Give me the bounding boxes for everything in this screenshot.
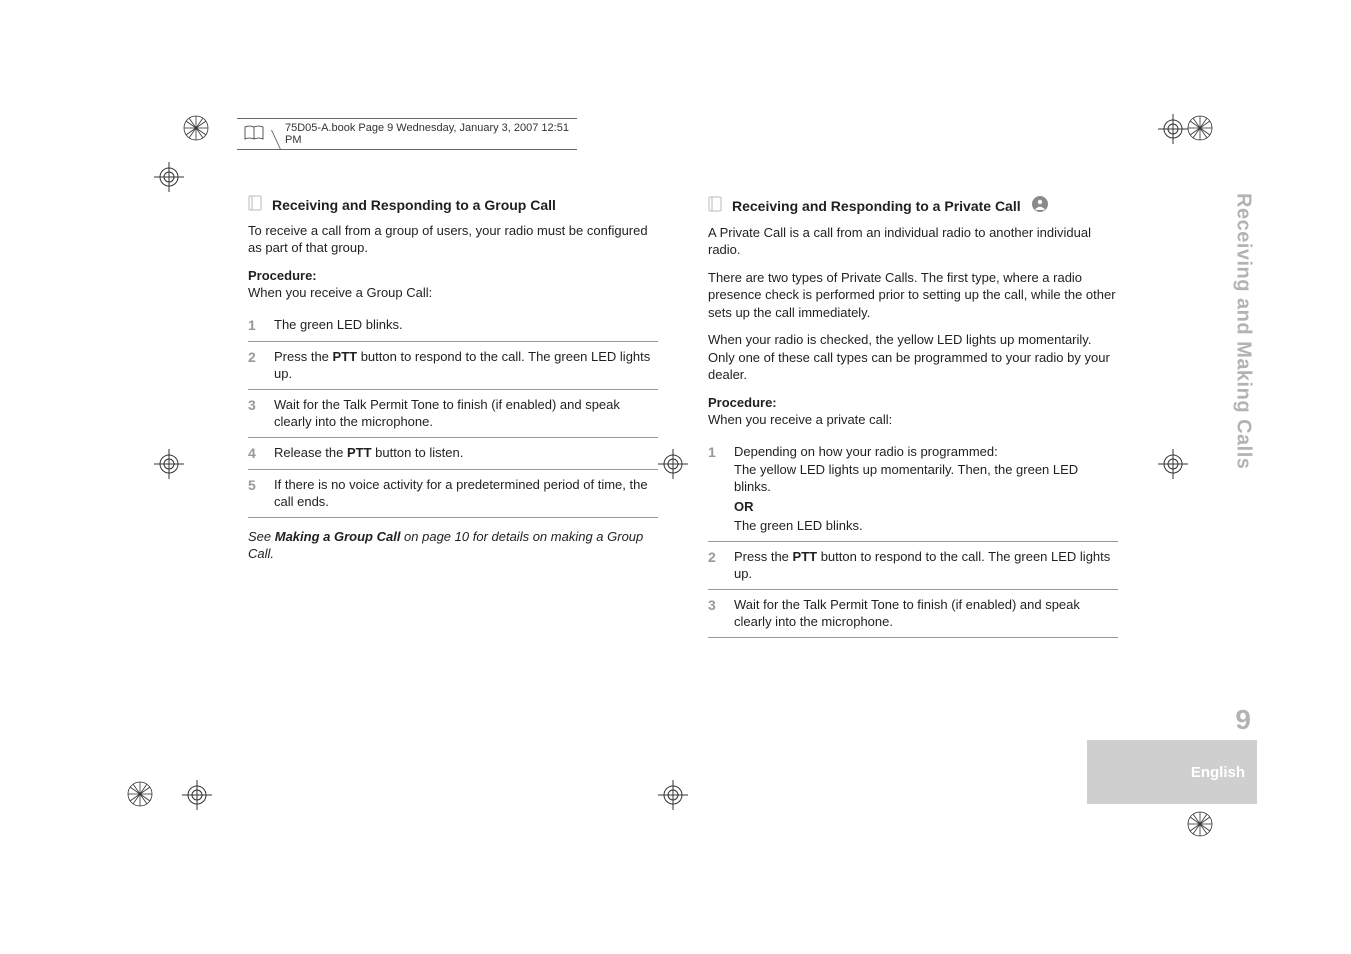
- step-body: If there is no voice activity for a pred…: [274, 476, 658, 511]
- step-item: 3 Wait for the Talk Permit Tone to finish…: [708, 589, 1118, 638]
- reg-fan-top-left: [182, 114, 210, 142]
- reg-crosshair-top-right: [1158, 114, 1188, 144]
- language-block: English: [1087, 740, 1257, 804]
- reg-fan-top-right: [1186, 114, 1214, 142]
- left-heading: Receiving and Responding to a Group Call: [272, 196, 556, 215]
- step-number: 4: [248, 444, 260, 463]
- book-outline-icon: [708, 196, 722, 217]
- left-procedure-intro: When you receive a Group Call:: [248, 284, 658, 302]
- side-running-title: Receiving and Making Calls: [1229, 193, 1257, 753]
- step-body: Wait for the Talk Permit Tone to finish …: [734, 596, 1118, 631]
- left-intro: To receive a call from a group of users,…: [248, 222, 658, 257]
- see-prefix: See: [248, 529, 275, 544]
- step-body: The green LED blinks.: [274, 316, 658, 334]
- step-body: Depending on how your radio is programme…: [734, 443, 1118, 535]
- step-number: 2: [248, 348, 260, 367]
- step-body: Release the PTT button to listen.: [274, 444, 658, 462]
- step-item: 1 The green LED blinks.: [248, 310, 658, 341]
- left-see-note: See Making a Group Call on page 10 for d…: [248, 528, 658, 563]
- book-outline-icon: [248, 195, 262, 216]
- step-item: 2 Press the PTT button to respond to the …: [248, 341, 658, 389]
- step-item: 5 If there is no voice activity for a pre…: [248, 469, 658, 518]
- page-number: 9: [1235, 704, 1251, 736]
- right-procedure-label: Procedure:: [708, 394, 1118, 412]
- left-procedure-label: Procedure:: [248, 267, 658, 285]
- person-badge-icon: [1031, 195, 1049, 218]
- step-item: 3 Wait for the Talk Permit Tone to finish…: [248, 389, 658, 437]
- step-item: 4 Release the PTT button to listen.: [248, 437, 658, 469]
- reg-crosshair-mid-left: [154, 449, 184, 479]
- step-number: 3: [248, 396, 260, 415]
- language-label: English: [1191, 764, 1245, 781]
- right-p2: There are two types of Private Calls. Th…: [708, 269, 1118, 322]
- right-p3: When your radio is checked, the yellow L…: [708, 331, 1118, 384]
- step-number: 3: [708, 596, 720, 615]
- step-item: 2 Press the PTT button to respond to the …: [708, 541, 1118, 589]
- right-heading-row: Receiving and Responding to a Private Ca…: [708, 195, 1118, 218]
- step-body: Press the PTT button to respond to the c…: [734, 548, 1118, 583]
- step-body: Wait for the Talk Permit Tone to finish …: [274, 396, 658, 431]
- book-icon: [243, 125, 265, 144]
- reg-crosshair-bottom-center: [658, 780, 688, 810]
- reg-fan-bottom-left: [126, 780, 154, 808]
- page-root: 75D05-A.book Page 9 Wednesday, January 3…: [0, 0, 1351, 954]
- step-item: 1 Depending on how your radio is programm…: [708, 437, 1118, 541]
- right-steps-list: 1 Depending on how your radio is programm…: [708, 437, 1118, 638]
- left-column: Receiving and Responding to a Group Call…: [248, 195, 658, 638]
- step-body: Press the PTT button to respond to the c…: [274, 348, 658, 383]
- left-steps-list: 1 The green LED blinks. 2 Press the PTT but…: [248, 310, 658, 518]
- reg-fan-bottom-right: [1186, 810, 1214, 838]
- framemaker-header: 75D05-A.book Page 9 Wednesday, January 3…: [237, 118, 577, 150]
- left-heading-row: Receiving and Responding to a Group Call: [248, 195, 658, 216]
- reg-crosshair-mid-right: [1158, 449, 1188, 479]
- side-running-title-text: Receiving and Making Calls: [1232, 193, 1255, 469]
- content-area: Receiving and Responding to a Group Call…: [248, 195, 1118, 638]
- step-number: 1: [248, 316, 260, 335]
- see-bold: Making a Group Call: [275, 529, 401, 544]
- right-p1: A Private Call is a call from an individ…: [708, 224, 1118, 259]
- reg-crosshair-top-left: [154, 162, 184, 192]
- step-number: 1: [708, 443, 720, 462]
- framemaker-header-text: 75D05-A.book Page 9 Wednesday, January 3…: [285, 122, 571, 146]
- right-procedure-intro: When you receive a private call:: [708, 411, 1118, 429]
- right-heading: Receiving and Responding to a Private Ca…: [732, 197, 1021, 216]
- step-number: 2: [708, 548, 720, 567]
- right-column: Receiving and Responding to a Private Ca…: [708, 195, 1118, 638]
- reg-crosshair-bottom-left: [182, 780, 212, 810]
- step-number: 5: [248, 476, 260, 495]
